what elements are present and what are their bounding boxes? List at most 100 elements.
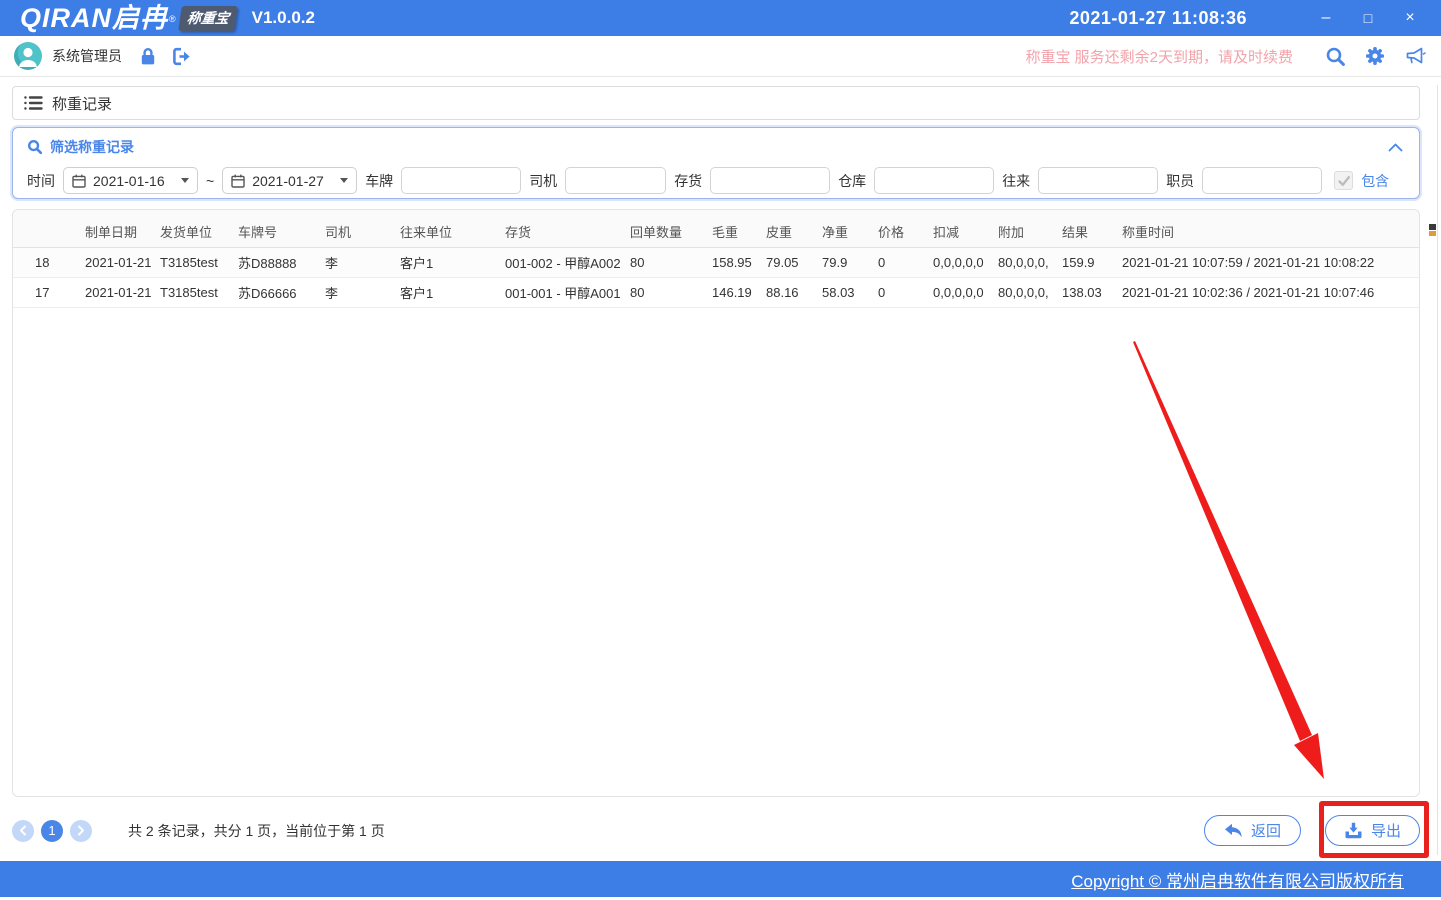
- search-icon[interactable]: [1323, 44, 1347, 68]
- cell-driver: 李: [325, 283, 400, 302]
- date-from-select[interactable]: 2021-01-16: [63, 167, 198, 194]
- search-icon: [27, 139, 43, 155]
- caret-down-icon: [181, 178, 189, 183]
- export-button-label: 导出: [1371, 820, 1401, 841]
- col-driver: 司机: [325, 222, 400, 241]
- expiry-warning-text: 称重宝 服务还剩余2天到期，请及时续费: [1025, 46, 1293, 67]
- cell-plate: 苏D88888: [238, 253, 325, 272]
- col-count: 回单数量: [630, 222, 712, 241]
- cell-extra: 80,0,0,0,: [998, 285, 1062, 300]
- table-header-row: 制单日期 发货单位 车牌号 司机 往来单位 存货 回单数量 毛重 皮重 净重 价…: [13, 216, 1419, 247]
- col-order-date: 制单日期: [85, 222, 160, 241]
- cell-net: 58.03: [822, 285, 878, 300]
- window-edge-divider: [1437, 85, 1438, 855]
- date-from-value: 2021-01-16: [93, 173, 174, 189]
- next-page-button[interactable]: [70, 820, 92, 842]
- staff-input[interactable]: [1202, 167, 1322, 194]
- back-button-label: 返回: [1251, 820, 1281, 841]
- avatar[interactable]: [14, 42, 42, 70]
- filter-header: 筛选称重记录: [27, 137, 1405, 157]
- pagination-bar: 1 共 2 条记录，共分 1 页，当前位于第 1 页 返回: [12, 815, 1420, 846]
- driver-input[interactable]: [565, 167, 666, 194]
- maximize-button[interactable]: □: [1347, 0, 1389, 36]
- filter-fields-row: 时间 2021-01-16 ~: [27, 167, 1405, 194]
- logout-icon[interactable]: [170, 44, 194, 68]
- minimize-button[interactable]: –: [1305, 0, 1347, 36]
- lock-icon[interactable]: [136, 44, 160, 68]
- cell-tare: 88.16: [766, 285, 822, 300]
- col-result: 结果: [1062, 222, 1122, 241]
- chevron-up-icon: [1388, 143, 1403, 152]
- app-version: V1.0.0.2: [252, 8, 315, 28]
- chevron-left-icon: [19, 825, 27, 836]
- time-label: 时间: [27, 171, 55, 191]
- collapse-filter-button[interactable]: [1388, 139, 1403, 157]
- cell-count: 80: [630, 285, 712, 300]
- copyright-link[interactable]: Copyright © 常州启冉软件有限公司版权所有: [1071, 867, 1404, 892]
- cell-stock: 001-002 - 甲醇A002: [505, 253, 630, 272]
- plate-input[interactable]: [401, 167, 521, 194]
- cell-deduct: 0,0,0,0,0: [933, 255, 998, 270]
- contact-input[interactable]: [1038, 167, 1158, 194]
- cell-plate: 苏D66666: [238, 283, 325, 302]
- cell-extra: 80,0,0,0,: [998, 255, 1062, 270]
- titlebar: QIRAN启冉 ® 称重宝 V1.0.0.2 2021-01-27 11:08:…: [0, 0, 1441, 36]
- cell-gross: 146.19: [712, 285, 766, 300]
- calendar-icon: [72, 174, 86, 188]
- logo-text: QIRAN启冉: [20, 0, 168, 36]
- check-icon: [1337, 174, 1351, 188]
- stock-label: 存货: [674, 171, 702, 191]
- export-button[interactable]: 导出: [1325, 815, 1420, 846]
- include-checkbox-label: 包含: [1361, 171, 1389, 191]
- back-button[interactable]: 返回: [1204, 815, 1301, 846]
- calendar-icon: [231, 174, 245, 188]
- prev-page-button[interactable]: [12, 820, 34, 842]
- pagination-info: 共 2 条记录，共分 1 页，当前位于第 1 页: [128, 821, 385, 841]
- table-row[interactable]: 18 2021-01-21 T3185test 苏D88888 李 客户1 00…: [13, 248, 1419, 278]
- col-weigh-time: 称重时间: [1122, 222, 1419, 241]
- megaphone-icon[interactable]: [1403, 44, 1427, 68]
- back-arrow-icon: [1224, 823, 1243, 839]
- warehouse-input[interactable]: [874, 167, 994, 194]
- current-page-button[interactable]: 1: [41, 820, 63, 842]
- clock: 2021-01-27 11:08:36: [1069, 8, 1247, 29]
- range-separator: ~: [206, 173, 214, 189]
- toolbar-right: 称重宝 服务还剩余2天到期，请及时续费: [1025, 44, 1427, 68]
- cell-gross: 158.95: [712, 255, 766, 270]
- table-row[interactable]: 17 2021-01-21 T3185test 苏D66666 李 客户1 00…: [13, 278, 1419, 308]
- cell-seq: 18: [13, 255, 85, 270]
- include-checkbox[interactable]: [1334, 171, 1353, 190]
- cell-result: 159.9: [1062, 255, 1122, 270]
- close-button[interactable]: ×: [1389, 0, 1431, 36]
- chevron-right-icon: [77, 825, 85, 836]
- table-body: 18 2021-01-21 T3185test 苏D88888 李 客户1 00…: [13, 248, 1419, 308]
- session-icons: [136, 44, 194, 68]
- cell-price: 0: [878, 285, 933, 300]
- edge-tray-artifact: [1429, 224, 1436, 237]
- cell-weigh-time: 2021-01-21 10:07:59 / 2021-01-21 10:08:2…: [1122, 255, 1419, 270]
- page-content: 称重记录 筛选称重记录 时间: [12, 77, 1420, 846]
- col-gross: 毛重: [712, 222, 766, 241]
- cell-contact: 客户1: [400, 283, 505, 302]
- contact-label: 往来: [1002, 171, 1030, 191]
- stock-input[interactable]: [710, 167, 830, 194]
- table-header: 制单日期 发货单位 车牌号 司机 往来单位 存货 回单数量 毛重 皮重 净重 价…: [13, 210, 1419, 248]
- col-plate: 车牌号: [238, 222, 325, 241]
- filter-title: 筛选称重记录: [50, 137, 134, 157]
- action-buttons: 返回 导出: [1204, 815, 1420, 846]
- caret-down-icon: [340, 178, 348, 183]
- page-title-bar: 称重记录: [12, 86, 1420, 120]
- col-net: 净重: [822, 222, 878, 241]
- date-to-value: 2021-01-27: [252, 173, 333, 189]
- cell-shipper: T3185test: [160, 285, 238, 300]
- cell-seq: 17: [13, 285, 85, 300]
- records-table: 制单日期 发货单位 车牌号 司机 往来单位 存货 回单数量 毛重 皮重 净重 价…: [12, 209, 1420, 797]
- username-label: 系统管理员: [52, 46, 122, 66]
- date-to-select[interactable]: 2021-01-27: [222, 167, 357, 194]
- user-avatar-icon: [14, 42, 42, 70]
- cell-driver: 李: [325, 253, 400, 272]
- cell-price: 0: [878, 255, 933, 270]
- cell-shipper: T3185test: [160, 255, 238, 270]
- gear-icon[interactable]: [1363, 44, 1387, 68]
- driver-label: 司机: [529, 171, 557, 191]
